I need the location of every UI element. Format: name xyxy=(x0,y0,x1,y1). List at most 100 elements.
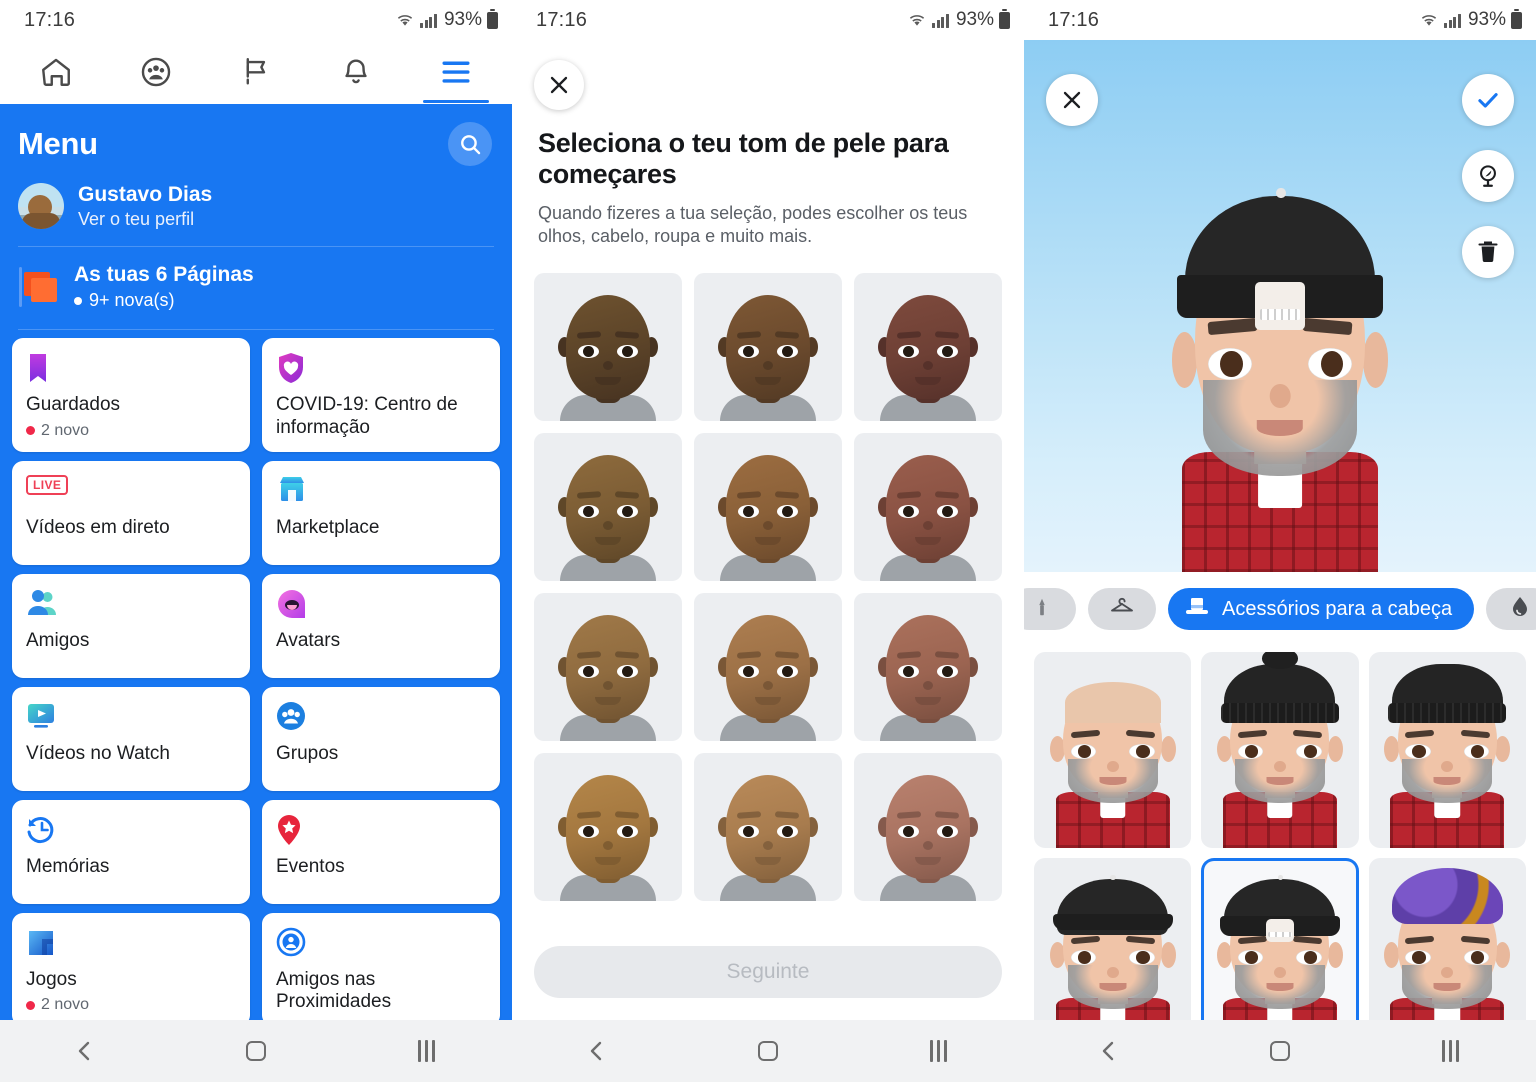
skin-tone-face xyxy=(712,605,824,742)
skin-tone-face xyxy=(712,285,824,422)
battery-icon xyxy=(999,8,1010,29)
accessory-option[interactable] xyxy=(1034,858,1192,1020)
nav-menu-button[interactable] xyxy=(413,41,499,103)
android-home-button[interactable] xyxy=(1245,1020,1315,1082)
status-indicators: 93% xyxy=(907,8,1010,31)
accessory-option[interactable] xyxy=(1034,652,1192,848)
category-chip-color[interactable] xyxy=(1486,588,1536,630)
mirror-button[interactable] xyxy=(1462,150,1514,202)
avatar-cap-backward xyxy=(1176,187,1384,331)
android-recents-button[interactable] xyxy=(392,1020,462,1082)
category-chip-peek[interactable] xyxy=(1024,588,1076,630)
home-square-icon xyxy=(1269,1041,1290,1061)
hamburger-menu-icon xyxy=(442,61,470,83)
profile-row[interactable]: Gustavo Dias Ver o teu perfil xyxy=(0,172,512,246)
skin-tone-option[interactable] xyxy=(534,273,682,422)
live-pill-label: LIVE xyxy=(26,474,69,495)
avatar-eye-right xyxy=(1308,348,1353,380)
skin-tone-face xyxy=(712,445,824,582)
menu-tile-label: Eventos xyxy=(276,855,345,877)
home-icon xyxy=(42,58,70,86)
menu-tile-badge: 2 novo xyxy=(26,422,236,440)
new-dot-icon xyxy=(26,426,35,436)
avatar-preview-area xyxy=(1024,40,1536,572)
menu-tile-marketplace[interactable]: Marketplace xyxy=(262,460,500,565)
nav-home-button[interactable] xyxy=(13,41,99,103)
cellular-signal-icon xyxy=(932,13,949,28)
accessory-preview-avatar xyxy=(1372,662,1522,848)
skin-tone-grid xyxy=(512,249,1024,902)
bookmark-icon xyxy=(26,352,236,386)
android-home-button[interactable] xyxy=(733,1020,803,1082)
your-pages-badge-text: 9+ nova(s) xyxy=(89,290,175,311)
profile-name: Gustavo Dias xyxy=(78,183,213,206)
accessory-option[interactable] xyxy=(1201,858,1359,1020)
android-back-button[interactable] xyxy=(562,1020,632,1082)
category-chip-bar: Acessórios para a cabeça xyxy=(1024,572,1536,646)
menu-tile-saved[interactable]: Guardados 2 novo xyxy=(12,338,250,452)
menu-tile-friends[interactable]: Amigos xyxy=(12,573,250,678)
category-chip-head-accessories[interactable]: Acessórios para a cabeça xyxy=(1168,588,1475,630)
skin-tone-option[interactable] xyxy=(854,593,1002,742)
skin-tone-option[interactable] xyxy=(694,433,842,582)
avatar-turban xyxy=(1391,868,1503,924)
top-hat-icon xyxy=(1184,595,1210,624)
accessory-preview-avatar xyxy=(1038,662,1188,848)
search-icon xyxy=(460,134,480,154)
status-indicators: 93% xyxy=(1419,8,1522,31)
accessory-options-grid xyxy=(1024,646,1536,1020)
android-home-button[interactable] xyxy=(221,1020,291,1082)
android-back-button[interactable] xyxy=(50,1020,120,1082)
accessory-preview-avatar xyxy=(1205,652,1355,848)
menu-tile-covid[interactable]: COVID-19: Centro de informação xyxy=(262,338,500,452)
your-pages-row[interactable]: As tuas 6 Páginas 9+ nova(s) xyxy=(0,247,512,329)
close-button[interactable] xyxy=(534,60,584,110)
menu-tile-label: Avatars xyxy=(276,629,341,651)
category-chip-clothes[interactable] xyxy=(1088,588,1156,630)
android-recents-button[interactable] xyxy=(1416,1020,1486,1082)
accessory-option[interactable] xyxy=(1201,652,1359,848)
menu-tile-events[interactable]: Eventos xyxy=(262,799,500,904)
avatar-cap-backward xyxy=(1220,875,1340,942)
confirm-button[interactable] xyxy=(1462,74,1514,126)
skin-tone-option[interactable] xyxy=(854,433,1002,582)
home-square-icon xyxy=(245,1041,266,1061)
skin-tone-option[interactable] xyxy=(694,753,842,902)
panel-avatar-editor: 17:16 93% Acessórios para a cabeça xyxy=(1024,0,1536,1082)
skin-tone-option[interactable] xyxy=(694,593,842,742)
pages-flag-icon xyxy=(18,267,60,308)
menu-tile-badge-text: 2 novo xyxy=(41,421,90,439)
menu-tile-label: Jogos xyxy=(26,968,77,990)
back-chevron-icon xyxy=(1103,1041,1114,1061)
skin-tone-option[interactable] xyxy=(534,593,682,742)
menu-tile-avatars[interactable]: Avatars xyxy=(262,573,500,678)
skin-tone-option[interactable] xyxy=(534,753,682,902)
skin-tone-option[interactable] xyxy=(854,753,1002,902)
accessory-option[interactable] xyxy=(1368,858,1526,1020)
nav-groups-button[interactable] xyxy=(113,41,199,103)
android-recents-button[interactable] xyxy=(904,1020,974,1082)
next-button[interactable]: Seguinte xyxy=(534,946,1002,998)
groups-icon xyxy=(141,57,171,87)
hanger-icon xyxy=(1109,595,1135,624)
accessory-option[interactable] xyxy=(1368,652,1526,848)
menu-tile-nearby-friends[interactable]: Amigos nas Proximidades xyxy=(262,912,500,1020)
menu-tile-groups[interactable]: Grupos xyxy=(262,686,500,791)
search-button[interactable] xyxy=(448,122,492,166)
recent-apps-icon xyxy=(930,1040,947,1062)
skin-tone-option[interactable] xyxy=(534,433,682,582)
nav-pages-button[interactable] xyxy=(213,41,299,103)
notifications-bell-icon xyxy=(345,59,367,84)
menu-tile-games[interactable]: Jogos 2 novo xyxy=(12,912,250,1020)
nav-notifications-button[interactable] xyxy=(313,41,399,103)
menu-tile-watch-videos[interactable]: Vídeos no Watch xyxy=(12,686,250,791)
skin-tone-option[interactable] xyxy=(854,273,1002,422)
delete-button[interactable] xyxy=(1462,226,1514,278)
menu-tile-memories[interactable]: Memórias xyxy=(12,799,250,904)
close-button[interactable] xyxy=(1046,74,1098,126)
android-back-button[interactable] xyxy=(1074,1020,1144,1082)
menu-tile-label: Guardados xyxy=(26,394,121,416)
menu-tile-live-videos[interactable]: LIVE Vídeos em direto xyxy=(12,460,250,565)
skin-tone-option[interactable] xyxy=(694,273,842,422)
battery-percent: 93% xyxy=(1467,9,1506,30)
